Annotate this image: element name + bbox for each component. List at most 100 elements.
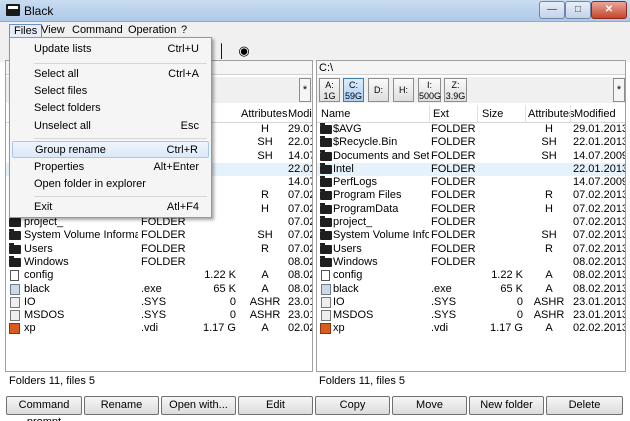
left-col-modified[interactable]: Modified [288,108,312,120]
menu-properties[interactable]: Properties Alt+Enter [12,159,209,176]
file-row[interactable]: System Volume InformationFOLDER SH 07.02.2… [6,229,312,242]
file-row[interactable]: MSDOS .SYS 0 ASHR 23.01.2013 [317,309,625,322]
file-icon [10,310,20,322]
file-row[interactable]: black .exe 65 K A 08.02.2013 [6,283,312,296]
left-star-button[interactable]: * [299,78,311,102]
right-star-button[interactable]: * [613,78,625,102]
file-row[interactable]: config 1.22 K A 08.02.2013 [6,269,312,282]
column-separator[interactable] [429,105,430,123]
copy-button[interactable]: Copy [315,396,390,415]
drive-letter: A: [325,80,334,90]
file-row[interactable]: project_ FOLDER 07.02.2013 [317,216,625,229]
cell-modified: 23.01.2013 [573,295,626,308]
menu-unselect-all[interactable]: Unselect all Esc [12,118,209,135]
column-separator[interactable] [570,105,571,123]
minimize-button[interactable]: — [539,1,565,19]
edit-button[interactable]: Edit [238,396,313,415]
file-row[interactable]: Users FOLDER R 07.02.2013 [6,242,312,256]
file-row[interactable]: Documents and SettingsFOLDER SH 14.07.2009 [317,149,625,163]
move-button[interactable]: Move [392,396,467,415]
file-row[interactable]: $Recycle.Bin FOLDER SH 22.01.2013 [317,136,625,149]
close-button[interactable]: ✕ [591,1,627,19]
menu-select-all[interactable]: Select all Ctrl+A [12,66,209,83]
file-row[interactable]: project_ FOLDER 07.02.2013 [6,216,312,229]
drive-h-button[interactable]: H: [393,78,414,102]
binoculars-icon[interactable]: ◉ [236,43,252,59]
drive-z-button[interactable]: Z: 3.9G [444,78,467,102]
menu-open-in-explorer[interactable]: Open folder in explorer [12,176,209,193]
file-row[interactable]: IO .SYS 0 ASHR 23.01.2013 [317,296,625,309]
file-row[interactable]: MSDOS .SYS 0 ASHR 23.01.2013 [6,309,312,322]
drive-a-button[interactable]: A: 1G [319,78,340,102]
column-separator[interactable] [477,105,478,123]
cell-ext: .SYS [431,295,457,308]
right-col-size[interactable]: Size [482,108,503,120]
file-row[interactable]: black .exe 65 K A 08.02.2013 [317,283,625,296]
file-row[interactable]: Windows FOLDER 08.02.2013 [317,255,625,269]
open-with-button[interactable]: Open with... [161,396,236,415]
cell-attr: A [545,282,553,295]
cell-attr: H [261,202,269,215]
file-row[interactable]: PerfLogs FOLDER 14.07.2009 [317,176,625,189]
file-row[interactable]: System Volume InformationFOLDER SH 07.02.2… [317,229,625,242]
cell-attr: R [545,189,553,202]
folder-icon [320,136,332,148]
cell-size: 1.22 K [204,269,236,282]
right-col-name[interactable]: Name [321,108,350,120]
folder-icon [320,189,332,201]
folder-icon [9,242,21,254]
cell-ext: .SYS [431,309,457,322]
cell-name: ProgramData [333,202,399,215]
cell-ext: .exe [431,282,452,295]
menu-select-folders[interactable]: Select folders [12,100,209,117]
drive-d-button[interactable]: D: [368,78,389,102]
file-row[interactable]: Program Files FOLDER R 07.02.2013 [317,189,625,202]
cell-modified: 23.01.2013 [288,295,313,308]
file-row[interactable]: config 1.22 K A 08.02.2013 [317,269,625,282]
right-col-modified[interactable]: Modified [574,108,616,120]
maximize-button[interactable]: □ [565,1,591,19]
menu-select-files[interactable]: Select files [12,83,209,100]
delete-button[interactable]: Delete [546,396,623,415]
cell-attr: SH [541,149,557,162]
file-row[interactable]: Intel FOLDER 22.01.2013 [317,162,625,177]
cell-modified: 07.02.2013 [573,216,626,229]
column-separator[interactable] [525,105,526,123]
cell-modified: 08.02.2013 [288,269,313,282]
cell-modified: 08.02.2013 [573,269,626,282]
file-row[interactable]: Windows FOLDER 08.02.2013 [6,255,313,269]
rename-button[interactable]: Rename [84,396,159,415]
drive-c-button[interactable]: C: 59G [343,78,364,102]
cell-ext: FOLDER [431,216,476,229]
drive-i-button[interactable]: I: 500G [418,78,441,102]
cell-ext: .SYS [141,295,167,308]
cell-ext: FOLDER [431,176,476,189]
cell-modified: 08.02.2013 [288,255,313,268]
cell-attr: A [261,282,269,295]
menu-group-rename[interactable]: Group rename Ctrl+R [12,141,209,158]
cell-name: black [24,282,50,295]
file-icon [321,296,331,308]
file-row[interactable]: xp .vdi 1.17 G A 02.02.2013 [6,322,312,335]
file-row[interactable]: $AVG FOLDER H 29.01.2013 [317,123,625,136]
cell-attr: ASHR [249,295,281,308]
file-row[interactable]: ProgramData FOLDER H 07.02.2013 [317,202,625,216]
file-row[interactable]: IO .SYS 0 ASHR 23.01.2013 [6,296,312,309]
file-row[interactable]: xp .vdi 1.17 G A 02.02.2013 [317,322,625,335]
right-col-ext[interactable]: Ext [433,108,449,120]
right-panel[interactable]: C:\ A: 1G C: 59G D: H: I: 500G Z: 3.9G * Nam… [316,60,626,372]
command-prompt-button[interactable]: Command prompt [6,396,82,421]
menu-update-lists[interactable]: Update lists Ctrl+U [12,41,209,58]
file-row[interactable]: Users FOLDER R 07.02.2013 [317,242,625,256]
cell-modified: 14.07.2009 [573,176,626,189]
cell-modified: 29.01.2013 [288,123,313,135]
cell-name: MSDOS [24,309,65,322]
cell-ext: FOLDER [141,242,186,255]
menu-exit[interactable]: Exit Atl+F4 [12,199,209,216]
left-col-attributes[interactable]: Attributes [241,108,287,120]
menu-item-label: Update lists [34,43,92,55]
cell-size: 1.17 G [489,322,523,335]
folder-icon [9,255,21,267]
right-col-attributes[interactable]: Attributes [528,108,574,120]
new-folder-button[interactable]: New folder [469,396,544,415]
